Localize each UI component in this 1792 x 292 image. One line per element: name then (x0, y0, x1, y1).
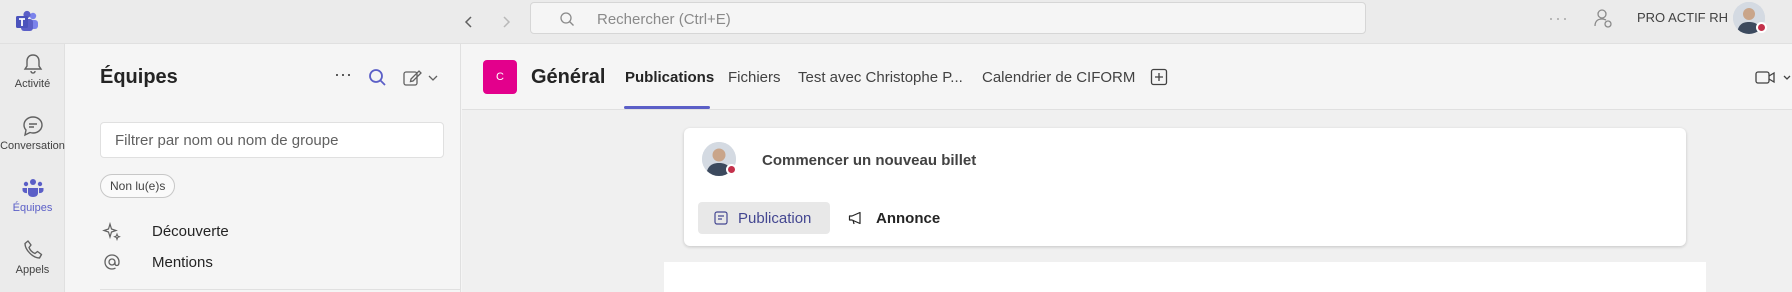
new-post-composer: Commencer un nouveau billet Publication … (684, 128, 1686, 246)
tab-files[interactable]: Fichiers (728, 69, 781, 86)
chat-icon (22, 116, 43, 137)
title-bar: Rechercher (Ctrl+E) ··· PRO ACTIF RH (0, 0, 1792, 44)
channel-content: Commencer un nouveau billet Publication … (462, 110, 1792, 292)
chevron-left-icon (464, 16, 472, 28)
search-icon[interactable] (364, 64, 392, 92)
teams-logo-icon[interactable] (13, 8, 41, 36)
panel-item-label: Mentions (152, 254, 213, 271)
presence-busy-icon (726, 164, 737, 175)
rail-label: Équipes (12, 202, 53, 214)
post-icon (714, 211, 728, 225)
panel-more-button[interactable]: ··· (328, 64, 358, 92)
global-search-input[interactable]: Rechercher (Ctrl+E) (530, 2, 1366, 34)
announcement-label: Annonce (876, 210, 941, 227)
app-rail: Activité Conversation Équipes Appels (0, 44, 65, 292)
tab-publications[interactable]: Publications (625, 69, 714, 86)
posts-feed (664, 262, 1706, 292)
phone-icon (23, 240, 42, 259)
forward-button[interactable] (492, 8, 520, 36)
people-settings-icon[interactable] (1592, 7, 1614, 29)
filter-teams-input[interactable]: Filtrer par nom ou nom de groupe (100, 122, 444, 158)
publication-button[interactable]: Publication (698, 202, 830, 234)
search-icon (560, 12, 574, 26)
sparkle-icon (102, 221, 121, 241)
rail-item-chat[interactable]: Conversation (0, 106, 65, 168)
divider (100, 289, 460, 290)
rail-item-teams[interactable]: Équipes (0, 168, 65, 230)
tab-test-christophe[interactable]: Test avec Christophe P... (798, 69, 963, 86)
panel-title: Équipes (100, 66, 178, 88)
rail-label: Activité (14, 78, 51, 90)
presence-busy-icon (1756, 22, 1767, 33)
new-post-prompt[interactable]: Commencer un nouveau billet (762, 152, 976, 169)
add-tab-icon[interactable] (1150, 68, 1168, 86)
at-icon (104, 254, 120, 270)
panel-item-mentions[interactable]: Mentions (100, 247, 440, 277)
rail-item-calls[interactable]: Appels (0, 230, 65, 292)
more-options-button[interactable]: ··· (1548, 8, 1569, 29)
channel-title: Général (531, 66, 606, 88)
megaphone-icon (848, 211, 861, 225)
video-call-icon[interactable] (1754, 68, 1792, 88)
rail-label: Conversation (0, 140, 65, 152)
rail-label: Appels (15, 264, 50, 276)
back-button[interactable] (455, 8, 483, 36)
bell-icon (23, 54, 42, 74)
chevron-right-icon (503, 16, 511, 28)
compose-icon[interactable] (399, 64, 443, 92)
tab-calendar[interactable]: Calendrier de CIFORM (982, 69, 1135, 86)
channel-header: C Général Publications Fichiers Test ave… (462, 44, 1792, 110)
publication-label: Publication (738, 210, 812, 227)
channel-avatar: C (483, 60, 517, 94)
panel-item-discover[interactable]: Découverte (100, 216, 440, 246)
panel-item-label: Découverte (152, 223, 229, 240)
announcement-button[interactable]: Annonce (846, 202, 966, 234)
rail-item-activity[interactable]: Activité (0, 44, 65, 106)
active-tab-indicator (624, 106, 710, 109)
search-placeholder: Rechercher (Ctrl+E) (597, 11, 731, 28)
teams-panel: Équipes ··· Filtrer par nom ou nom de gr… (66, 44, 461, 292)
org-name[interactable]: PRO ACTIF RH (1637, 10, 1728, 25)
teams-icon (22, 179, 43, 197)
unread-filter-chip[interactable]: Non lu(e)s (100, 174, 176, 198)
